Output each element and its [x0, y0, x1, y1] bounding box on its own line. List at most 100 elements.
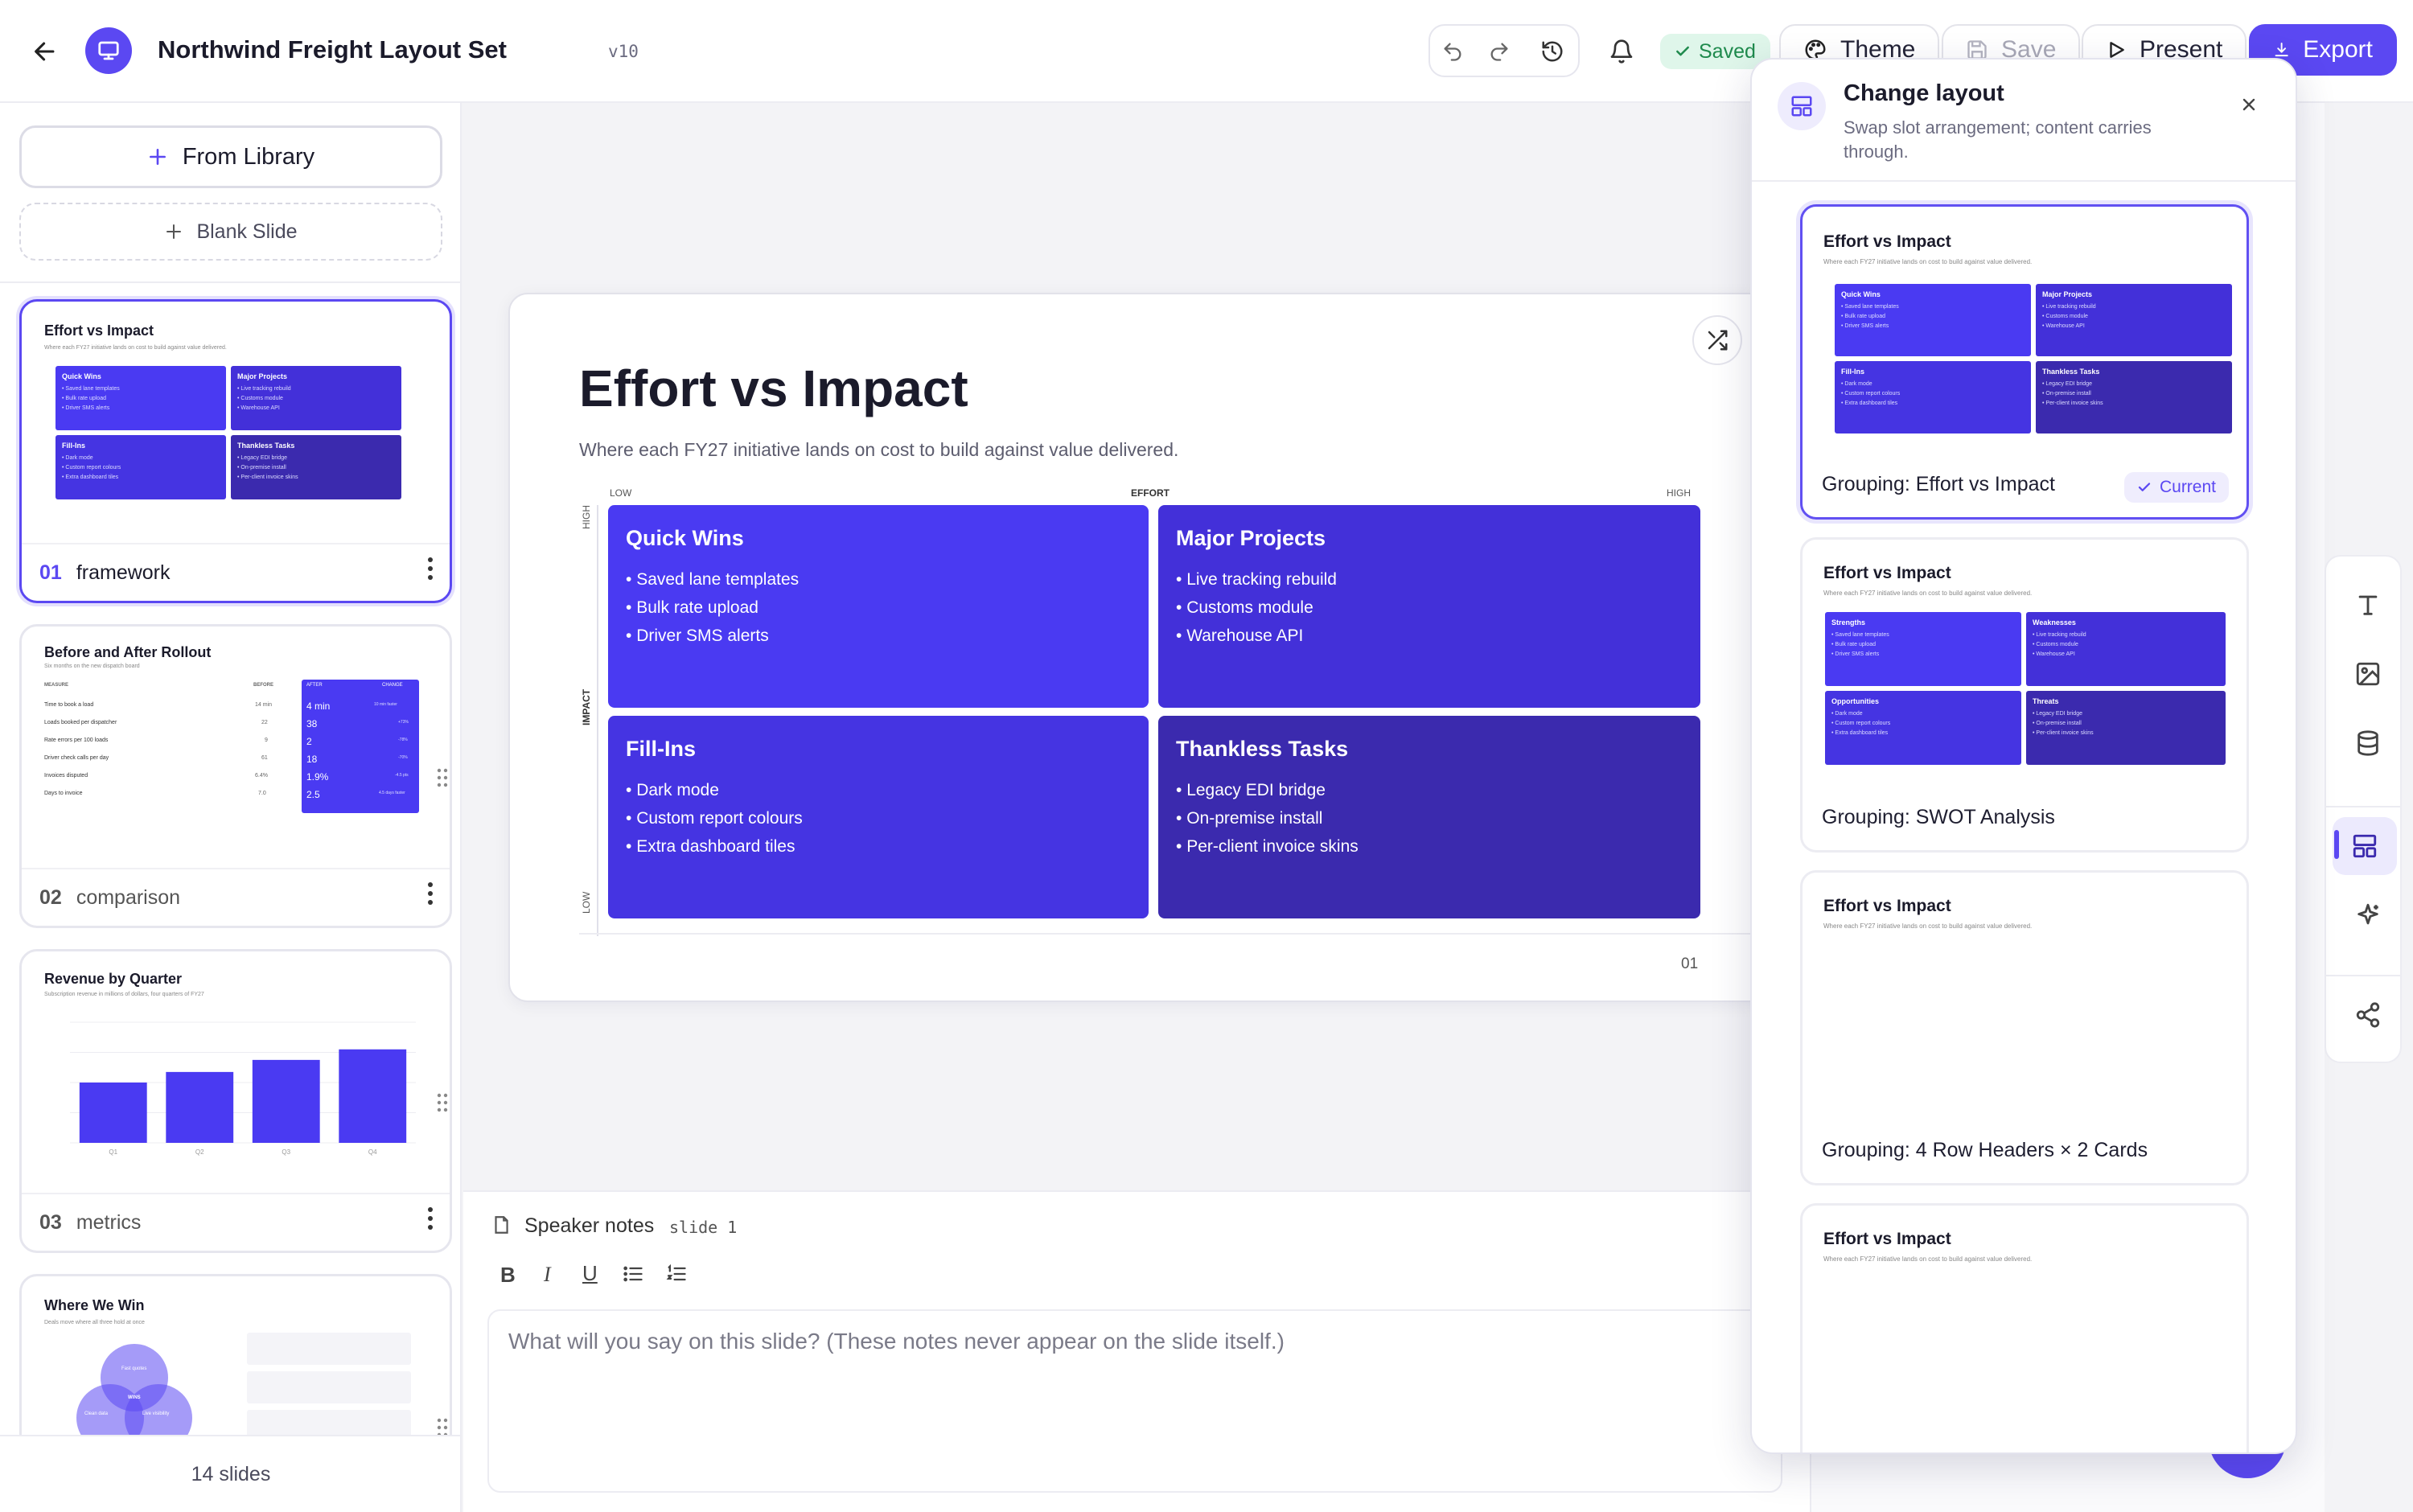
blank-slide-button[interactable]: Blank Slide	[19, 203, 442, 261]
thumb-cell: -78%	[398, 738, 408, 742]
quadrant-item: • On-premise install	[1176, 809, 1323, 828]
quadrant-item: • Driver SMS alerts	[626, 627, 769, 645]
preview-cell: Strengths • Saved lane templates • Bulk ra…	[1825, 612, 2021, 686]
saved-status-badge: Saved	[1660, 34, 1770, 69]
thumb-title: Revenue by Quarter	[44, 971, 183, 987]
numbered-list-icon[interactable]	[664, 1263, 689, 1289]
redo-icon[interactable]	[1483, 35, 1515, 68]
layout-name: Grouping: SWOT Analysis	[1822, 806, 2055, 828]
more-options-icon[interactable]	[427, 881, 434, 910]
check-icon	[1676, 46, 1689, 56]
ai-sparkle-icon[interactable]	[2347, 894, 2389, 936]
thumb-cell: Rate errors per 100 loads	[44, 738, 109, 743]
thumb-subtitle: Where each FY27 initiative lands on cost…	[44, 345, 227, 351]
thumb-cell: 2	[306, 736, 312, 747]
speaker-notes-input[interactable]: What will you say on this slide? (These …	[487, 1309, 1782, 1493]
panel-divider	[1752, 180, 2296, 182]
thumb-title: Before and After Rollout	[44, 644, 212, 660]
thumb-subtitle: Deals move where all three hold at once	[44, 1320, 145, 1325]
quadrant-title: Fill-Ins	[626, 737, 696, 761]
slide-thumbnail-2[interactable]: Before and After Rollout Six months on t…	[19, 624, 452, 928]
version-history-icon[interactable]	[1536, 35, 1568, 68]
speaker-notes-panel: Speaker notes slide 1 B I U What will yo…	[463, 1190, 1810, 1512]
layout-preview: Effort vs Impact Where each FY27 initiat…	[1819, 1222, 2235, 1452]
layout-option-swot[interactable]: Effort vs Impact Where each FY27 initiat…	[1800, 537, 2249, 853]
thumb-cell: 22	[261, 720, 268, 725]
more-options-icon[interactable]	[427, 1206, 434, 1235]
preview-title: Effort vs Impact	[1823, 232, 1951, 251]
export-label: Export	[2303, 36, 2373, 63]
slide-subtitle[interactable]: Where each FY27 initiative lands on cost…	[579, 439, 1178, 461]
layout-tool-icon[interactable]	[2344, 825, 2386, 867]
chart-bar	[339, 1049, 407, 1143]
thumb-cell: 4.5 days faster	[379, 791, 405, 795]
data-tool-icon[interactable]	[2347, 722, 2389, 764]
plus-icon	[166, 224, 182, 239]
thumb-cell: 38	[306, 718, 318, 729]
slide-layout-label: comparison	[76, 885, 181, 909]
venn-label: Fast quotes	[121, 1366, 147, 1371]
layout-option-4[interactable]: Effort vs Impact Where each FY27 initiat…	[1800, 1203, 2249, 1452]
shuffle-icon	[1708, 330, 1728, 351]
back-arrow-icon[interactable]	[26, 32, 64, 71]
axis-line-vertical	[597, 505, 598, 936]
thumb-cell: 2.5	[306, 789, 320, 800]
panel-title: Change layout	[1844, 80, 2004, 106]
undo-icon[interactable]	[1437, 35, 1469, 68]
venn-label: WINS	[128, 1395, 141, 1400]
quadrant-item: • Warehouse API	[1176, 627, 1304, 645]
slide-thumbnail-3[interactable]: Revenue by Quarter Subscription revenue …	[19, 949, 452, 1253]
bulleted-list-icon[interactable]	[621, 1263, 645, 1289]
quadrant-quick-wins[interactable]: Quick Wins • Saved lane templates • Bulk…	[608, 505, 1149, 708]
axis-label-high: HIGH	[1667, 487, 1691, 499]
underline-button[interactable]: U	[582, 1261, 598, 1286]
drag-handle-icon[interactable]	[437, 1093, 448, 1116]
share-icon[interactable]	[2347, 994, 2389, 1036]
more-options-icon[interactable]	[427, 557, 434, 585]
axis-label-low: LOW	[610, 487, 632, 499]
thumb-col-header: AFTER	[306, 683, 323, 688]
drag-handle-icon[interactable]	[437, 768, 448, 791]
preview-subtitle: Where each FY27 initiative lands on cost…	[1823, 1255, 2033, 1263]
venn-label: Live visibility	[142, 1411, 170, 1416]
thumb-cell: 1.9%	[306, 771, 329, 783]
from-library-label: From Library	[182, 143, 315, 170]
close-icon[interactable]	[2231, 87, 2267, 122]
image-tool-icon[interactable]	[2347, 653, 2389, 695]
slide-sidebar: From Library Blank Slide Effort vs Impac…	[0, 103, 462, 1512]
bold-button[interactable]: B	[500, 1263, 516, 1288]
layout-option-effort-vs-impact[interactable]: Effort vs Impact Where each FY27 initiat…	[1800, 204, 2249, 520]
from-library-button[interactable]: From Library	[19, 125, 442, 188]
thumb-subtitle: Subscription revenue in millions of doll…	[44, 992, 204, 997]
text-tool-icon[interactable]	[2347, 584, 2389, 626]
preview-cell: Weaknesses • Live tracking rebuild • Custo…	[2026, 612, 2226, 686]
presentation-logo-icon	[85, 27, 132, 74]
slide-thumbnail-1[interactable]: Effort vs Impact Where each FY27 initiat…	[19, 299, 452, 603]
slide-1[interactable]: Effort vs Impact Where each FY27 initiat…	[508, 293, 1795, 1002]
shuffle-layout-button[interactable]	[1692, 315, 1742, 365]
thumb-footer: 02 comparison	[22, 868, 450, 926]
quadrant-item: • Bulk rate upload	[626, 598, 758, 617]
layout-header-icon	[1778, 82, 1826, 130]
quadrant-item: • Custom report colours	[626, 809, 803, 828]
thumb-quadrant: Major Projects • Live tracking rebuild • C…	[231, 366, 401, 430]
slide-page-number: 01	[1681, 955, 1699, 972]
quadrant-fill-ins[interactable]: Fill-Ins • Dark mode • Custom report col…	[608, 716, 1149, 918]
quadrant-thankless-tasks[interactable]: Thankless Tasks • Legacy EDI bridge • On…	[1158, 716, 1700, 918]
layout-name: Grouping: Effort vs Impact	[1822, 473, 2055, 495]
page-title[interactable]: Northwind Freight Layout Set	[158, 35, 507, 64]
italic-button[interactable]: I	[544, 1263, 551, 1287]
layout-option-4-row-headers[interactable]: Effort vs Impact Where each FY27 initiat…	[1800, 870, 2249, 1185]
thumb-subtitle: Six months on the new dispatch board	[44, 664, 140, 669]
slide-title[interactable]: Effort vs Impact	[579, 359, 968, 418]
thumb-cell: 10 min faster	[374, 702, 397, 707]
quadrant-major-projects[interactable]: Major Projects • Live tracking rebuild •…	[1158, 505, 1700, 708]
blank-slide-label: Blank Slide	[196, 220, 298, 243]
quadrant-item: • Saved lane templates	[626, 570, 800, 589]
quadrant-item: • Dark mode	[626, 781, 719, 799]
slide-count: 14 slides	[0, 1435, 460, 1512]
thumb-footer: 01 framework	[22, 543, 450, 601]
quadrant-item: • Live tracking rebuild	[1176, 570, 1337, 589]
bell-icon[interactable]	[1604, 34, 1639, 69]
layout-name: Grouping: 4 Row Headers × 2 Cards	[1822, 1139, 2148, 1161]
